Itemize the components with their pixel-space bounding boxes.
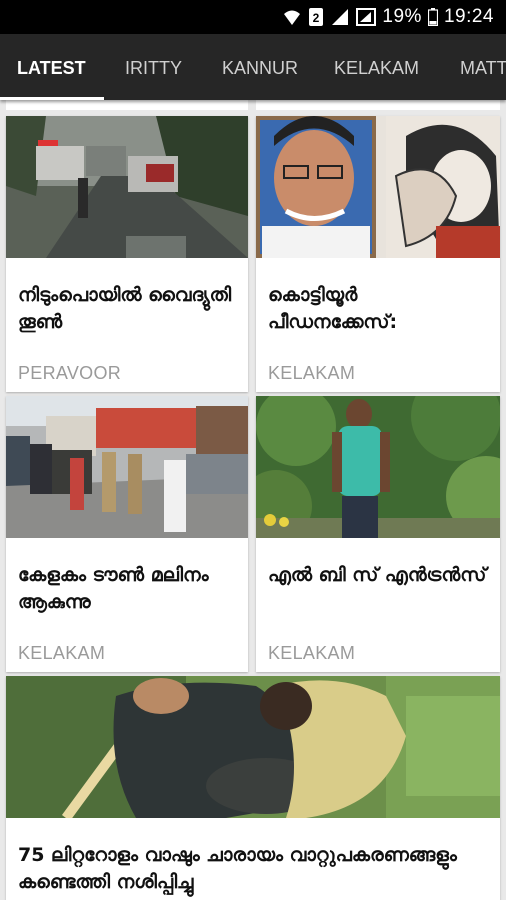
news-thumbnail [6, 116, 248, 258]
news-headline: കൊട്ടിയൂർ പീഡനക്കേസ്: [268, 284, 398, 333]
news-thumbnail [6, 396, 248, 538]
previous-card-edge [256, 100, 500, 110]
news-headline: നിടുംപൊയിൽ വൈദ്യുതി തൂൺ [18, 284, 232, 333]
news-category: KELAKAM [268, 363, 356, 383]
news-card[interactable]: എൽ ബി സ് എൻട്രൻസ് KELAKAM [256, 396, 500, 672]
news-headline: 75 ലിറ്ററോളം വാഷും ചാരായം വാറ്റുപകരണങ്ങള… [18, 844, 457, 893]
news-card[interactable]: കൊട്ടിയൂർ പീഡനക്കേസ്: KELAKAM [256, 116, 500, 392]
status-bar: 2 19% 19:24 [0, 0, 506, 34]
news-thumbnail [256, 116, 500, 258]
category-tab-bar: LATEST IRITTY KANNUR KELAKAM MATT [0, 34, 506, 100]
news-feed[interactable]: നിടുംപൊയിൽ വൈദ്യുതി തൂൺ PERAVOOR കൊട്ടിയ… [0, 100, 506, 900]
news-headline: കേളകം ടൗൺ മലിനം ആകുന്നു [18, 564, 209, 613]
news-headline: എൽ ബി സ് എൻട്രൻസ് [268, 564, 487, 586]
active-tab-indicator [0, 97, 104, 100]
news-card[interactable]: കേളകം ടൗൺ മലിനം ആകുന്നു KELAKAM [6, 396, 248, 672]
tab-kannur[interactable]: KANNUR [222, 34, 298, 100]
tab-latest[interactable]: LATEST [17, 34, 86, 100]
news-thumbnail [6, 676, 500, 818]
battery-percent: 19% [382, 6, 422, 27]
tab-kelakam[interactable]: KELAKAM [334, 34, 419, 100]
battery-icon [427, 8, 438, 26]
signal-icon [330, 8, 350, 26]
news-category: PERAVOOR [18, 363, 122, 383]
news-category: KELAKAM [18, 643, 106, 663]
news-thumbnail [256, 396, 500, 538]
sim-icon: 2 [308, 7, 324, 27]
news-card[interactable]: 75 ലിറ്ററോളം വാഷും ചാരായം വാറ്റുപകരണങ്ങള… [6, 676, 500, 900]
wifi-icon [282, 8, 302, 26]
tab-iritty[interactable]: IRITTY [125, 34, 182, 100]
clock: 19:24 [443, 6, 494, 27]
news-card[interactable]: നിടുംപൊയിൽ വൈദ്യുതി തൂൺ PERAVOOR [6, 116, 248, 392]
news-category: KELAKAM [268, 643, 356, 663]
signal-2-icon [356, 8, 377, 26]
sim-badge: 2 [313, 11, 320, 25]
tab-mattannur[interactable]: MATT [460, 34, 506, 100]
previous-card-edge [6, 100, 248, 110]
